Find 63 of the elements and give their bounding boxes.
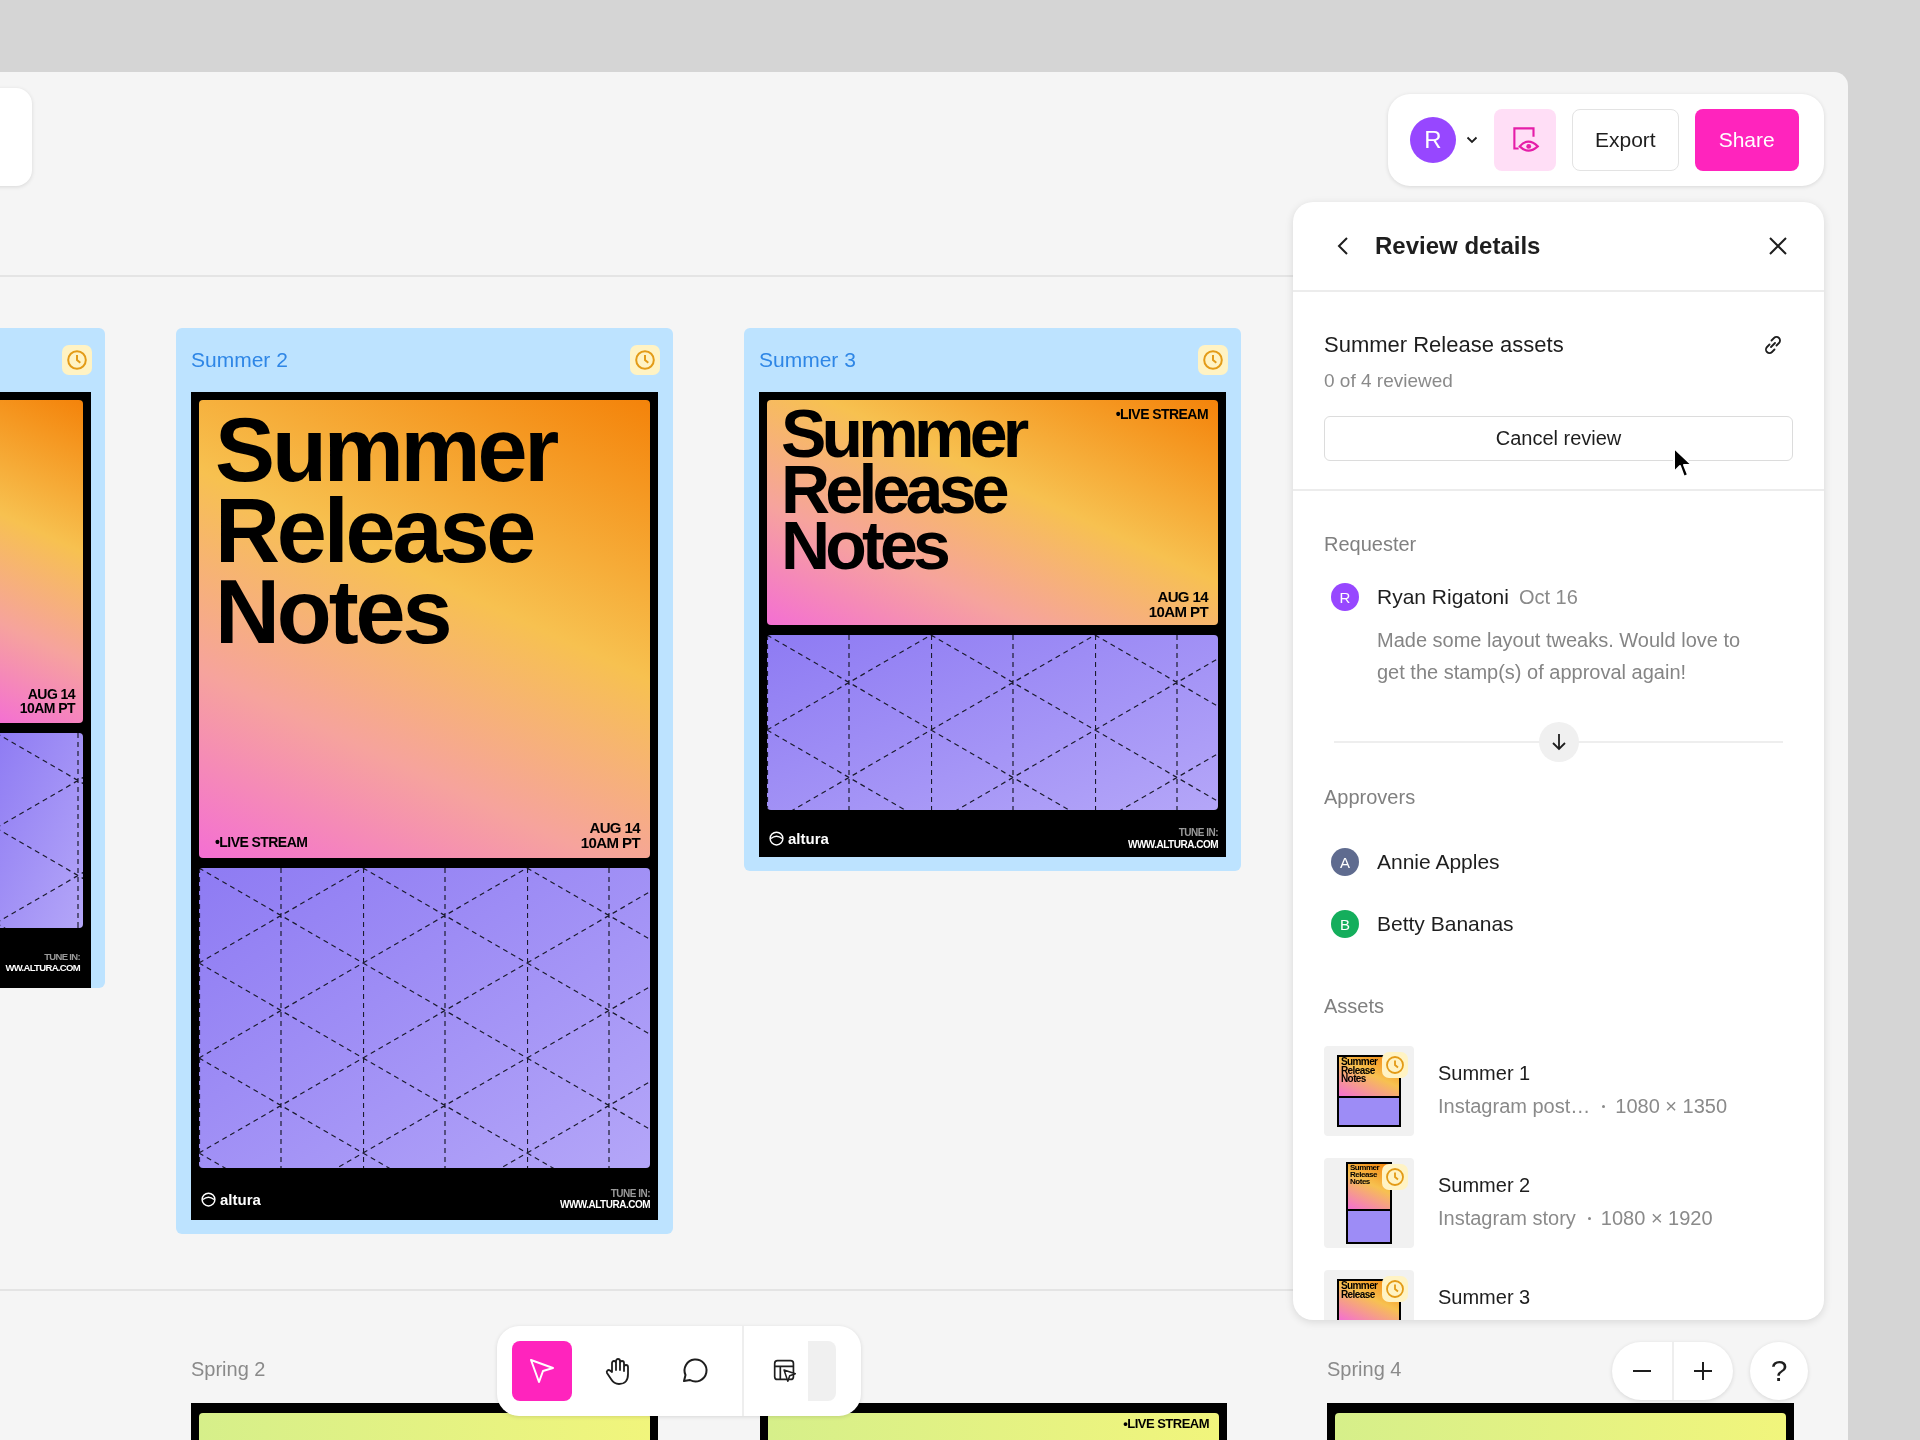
help-button[interactable]: ? <box>1750 1342 1808 1400</box>
requester-name: Ryan Rigatoni <box>1377 585 1509 609</box>
arrow-down-icon <box>1550 733 1567 751</box>
clock-icon <box>630 345 660 375</box>
section-heading: Approvers <box>1324 786 1416 809</box>
panel-title: Review details <box>1375 232 1542 260</box>
altura-logo: altura <box>769 830 829 847</box>
section-heading: Assets <box>1324 995 1385 1018</box>
asset-name[interactable]: Summer 3 <box>1438 1286 1531 1309</box>
asset-type: Instagram story <box>1438 1207 1576 1230</box>
live-stream-label: •LIVE STREAM <box>1115 406 1208 422</box>
move-tool-button[interactable] <box>512 1341 572 1401</box>
user-avatar: B <box>1331 910 1359 938</box>
close-icon[interactable] <box>1768 236 1788 256</box>
poster-date: AUG 14 10AM PT <box>580 820 640 850</box>
asset-type: Instagram post… <box>1438 1095 1591 1118</box>
poster-date: AUG 14 10AM PT <box>1148 589 1208 619</box>
minus-icon <box>1632 1370 1651 1372</box>
asset-name[interactable]: Summer 2 <box>1438 1174 1713 1197</box>
export-button[interactable]: Export <box>1572 109 1679 171</box>
asset-size: 1080 × 1350 <box>1615 1095 1728 1118</box>
clock-icon <box>1198 345 1228 375</box>
poster-url: TUNE IN: WWW.ALTURA.COM <box>560 1187 650 1211</box>
expand-button[interactable] <box>1538 722 1579 762</box>
live-stream-label: •LIVE STREAM <box>1123 1416 1209 1431</box>
clock-icon <box>1382 1276 1408 1302</box>
poster-url: TUNE IN: WWW.ALTURA.COM <box>1128 827 1218 850</box>
clock-icon <box>1382 1164 1408 1190</box>
chevron-down-icon[interactable] <box>1466 136 1478 144</box>
reviewed-count-label: 0 of 4 reviewed <box>1324 370 1454 392</box>
review-name: Summer Release assets <box>1324 332 1564 358</box>
asset-size: 1080 × 1920 <box>1600 1207 1713 1230</box>
clock-icon <box>1382 1052 1408 1078</box>
review-view-button[interactable] <box>1494 109 1556 171</box>
request-message: Made some layout tweaks. Would love to get the stamp(s) of approval again! <box>1377 628 1742 685</box>
section-title: Spring 2 <box>191 1358 266 1381</box>
section-title: Spring 4 <box>1327 1358 1402 1381</box>
clock-icon <box>62 345 92 375</box>
thumbnail-headline: Summer Release <box>1341 1282 1378 1299</box>
user-avatar[interactable]: R <box>1410 117 1456 163</box>
cancel-review-button[interactable]: Cancel review <box>1324 416 1793 461</box>
request-date: Oct 16 <box>1518 585 1578 609</box>
poster-headline: Summer Release Notes <box>781 406 1027 585</box>
user-avatar: A <box>1331 848 1359 876</box>
altura-logo: altura <box>201 1190 261 1208</box>
asset-thumbnail[interactable]: Summer Release <box>1324 1270 1414 1320</box>
user-avatar: R <box>1331 583 1359 611</box>
asset-name[interactable]: Summer 1 <box>1438 1062 1728 1085</box>
asset-thumbnail[interactable]: Summer Release Notes <box>1324 1158 1414 1248</box>
asset-thumbnail[interactable]: Summer Release Notes <box>1324 1046 1414 1136</box>
pattern-block <box>1348 1210 1390 1242</box>
plus-icon <box>1692 1360 1715 1382</box>
thumbnail-headline: Summer Release Notes <box>1350 1165 1380 1186</box>
pattern-block <box>1339 1097 1399 1125</box>
section-heading: Requester <box>1324 533 1417 556</box>
back-icon[interactable] <box>1337 236 1349 256</box>
live-stream-label: •LIVE STREAM <box>215 834 308 850</box>
poster-date: AUG 14 10AM PT <box>19 687 75 715</box>
approver-name: Annie Apples <box>1377 850 1500 874</box>
thumbnail-headline: Summer Release Notes <box>1341 1058 1378 1084</box>
poster-headline: Summer Release Notes <box>215 410 558 653</box>
poster-url: TUNE IN: WW.ALTURA.COM <box>5 952 80 974</box>
approver-name: Betty Bananas <box>1377 912 1514 936</box>
